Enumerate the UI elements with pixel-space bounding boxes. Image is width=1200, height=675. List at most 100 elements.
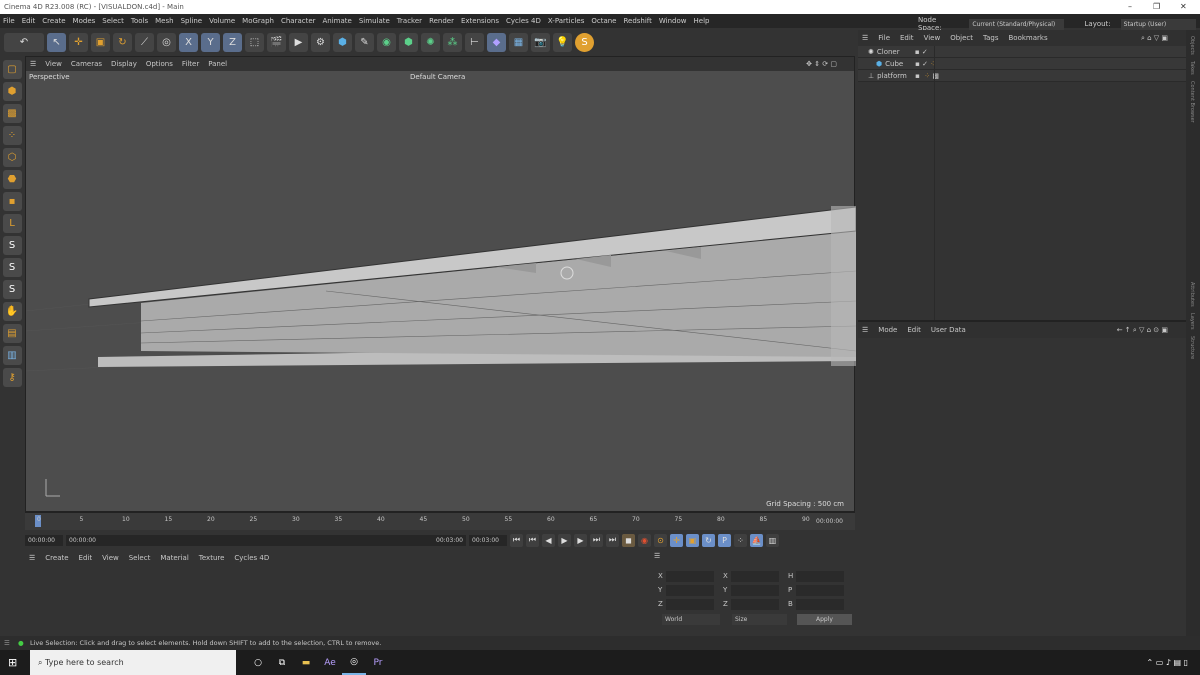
coord-input[interactable] <box>796 585 844 596</box>
max-time-field[interactable]: 00:03:00 <box>469 534 507 546</box>
cube-icon[interactable]: ⬢ <box>333 32 352 52</box>
mograph-icon[interactable]: ⁂ <box>443 32 462 52</box>
timeline-button[interactable]: ▥ <box>766 533 779 547</box>
menu-cycles-4d[interactable]: Cycles 4D <box>506 17 541 25</box>
coords-menu-icon[interactable]: ☰ <box>654 552 660 560</box>
scale-tool[interactable]: ▣ <box>91 32 110 52</box>
visibility-toggle[interactable]: ▪ ⁘ ▩ <box>915 72 939 80</box>
viewport[interactable]: ☰ View Cameras Display Options Filter Pa… <box>25 56 856 512</box>
coordinate-mode-dropdown[interactable]: World <box>662 614 720 625</box>
undo-button[interactable]: ↶ <box>4 32 44 52</box>
viewport-menu-display[interactable]: Display <box>111 60 137 68</box>
coord-input[interactable] <box>666 599 714 610</box>
snap-s-icon-3[interactable]: S <box>2 280 22 299</box>
am-menu-mode[interactable]: Mode <box>878 326 897 334</box>
size-mode-dropdown[interactable]: Size <box>732 614 787 625</box>
cinema4d-icon[interactable]: ◎ <box>342 650 366 675</box>
object-row-cloner[interactable]: ✺ Cloner ▪ ✓ <box>858 46 1186 58</box>
go-to-end-button[interactable]: ⏭ <box>606 533 619 547</box>
object-row-platform[interactable]: ⊥ platform ▪ ⁘ ▩ <box>858 70 1186 82</box>
key-position-button[interactable]: ✛ <box>670 533 683 547</box>
cortana-icon[interactable]: ○ <box>246 650 270 675</box>
render-settings-icon[interactable]: ⚙ <box>311 32 330 52</box>
node-space-dropdown[interactable]: Current (Standard/Physical) <box>969 18 1064 30</box>
keyframe-selection-button[interactable]: ⊙ <box>654 533 667 547</box>
go-to-start-button[interactable]: ⏮ <box>510 533 523 547</box>
close-button[interactable]: ✕ <box>1180 2 1187 11</box>
z-axis-lock[interactable]: Z <box>223 32 242 52</box>
x-axis-lock[interactable]: X <box>179 32 198 52</box>
current-time-field[interactable]: 00:00:00 <box>25 534 63 546</box>
tab-objects[interactable]: Objects <box>1189 36 1195 55</box>
coord-input[interactable] <box>731 585 779 596</box>
deformer-icon[interactable]: ⊢ <box>465 32 484 52</box>
menu-tracker[interactable]: Tracker <box>397 17 422 25</box>
menu-spline[interactable]: Spline <box>181 17 203 25</box>
rotate-tool[interactable]: ↻ <box>113 32 132 52</box>
minimize-button[interactable]: – <box>1128 2 1132 11</box>
viewport-menu-options[interactable]: Options <box>146 60 173 68</box>
grid-icon[interactable]: ▤ <box>2 324 22 343</box>
viewport-menu-panel[interactable]: Panel <box>208 60 227 68</box>
menu-animate[interactable]: Animate <box>323 17 352 25</box>
next-frame-button[interactable]: ▶ <box>574 533 587 547</box>
model-mode-icon[interactable]: ⬢ <box>2 82 22 101</box>
menu-volume[interactable]: Volume <box>209 17 235 25</box>
tab-attributes[interactable]: Attributes <box>1189 282 1195 307</box>
viewport-menu-cameras[interactable]: Cameras <box>71 60 102 68</box>
coord-input[interactable] <box>731 599 779 610</box>
task-view-icon[interactable]: ⧉ <box>270 650 294 675</box>
menu-help[interactable]: Help <box>694 17 710 25</box>
render-view-icon[interactable]: 🎬 <box>267 32 286 52</box>
mm-menu-select[interactable]: Select <box>129 554 151 562</box>
am-nav-icons[interactable]: ← ↑ ⌕ ▽ ⌂ ⊙ ▣ <box>1117 326 1168 335</box>
mm-menu-edit[interactable]: Edit <box>79 554 93 562</box>
premiere-icon[interactable]: Pr <box>366 650 390 675</box>
record-keys-button[interactable]: ◼ <box>622 533 635 547</box>
om-menu-bookmarks[interactable]: Bookmarks <box>1009 34 1048 42</box>
status-menu-icon[interactable]: ☰ <box>4 639 10 647</box>
tab-content-browser[interactable]: Content Browser <box>1189 81 1195 123</box>
viewport-nav-icons[interactable]: ✥ ⇕ ⟳ ▢ <box>806 60 837 68</box>
om-menu-file[interactable]: File <box>878 34 890 42</box>
lock-icon[interactable]: ⚷ <box>2 368 22 387</box>
y-axis-lock[interactable]: Y <box>201 32 220 52</box>
snap-s-icon-2[interactable]: S <box>2 258 22 277</box>
previous-frame-button[interactable]: ◀ <box>542 533 555 547</box>
key-scale-button[interactable]: ▣ <box>686 533 699 547</box>
timeline-ruler[interactable]: 00:00:00 0 5 10 15 20 25 30 35 40 45 50 55 60 65 70 75 8… <box>25 512 855 530</box>
after-effects-icon[interactable]: Ae <box>318 650 342 675</box>
previous-key-button[interactable]: ⏮ <box>526 533 539 547</box>
coord-input[interactable] <box>666 571 714 582</box>
snap-s-icon-1[interactable]: S <box>2 236 22 255</box>
floor-icon[interactable]: ▦ <box>509 32 528 52</box>
menu-create[interactable]: Create <box>42 17 65 25</box>
system-tray-icons[interactable]: ⌃ ▭ ♪ ▤ ▯ <box>1147 658 1189 667</box>
om-menu-icon[interactable]: ☰ <box>862 34 868 42</box>
last-tool[interactable]: ⟋ <box>135 32 154 52</box>
om-menu-edit[interactable]: Edit <box>900 34 914 42</box>
menu-x-particles[interactable]: X-Particles <box>548 17 584 25</box>
am-menu-edit[interactable]: Edit <box>907 326 921 334</box>
om-menu-view[interactable]: View <box>924 34 941 42</box>
pen-icon[interactable]: ✎ <box>355 32 374 52</box>
menu-octane[interactable]: Octane <box>591 17 616 25</box>
key-pla-button[interactable]: ⁘ <box>734 533 747 547</box>
subdivision-icon[interactable]: ◉ <box>377 32 396 52</box>
viewport-menu-icon[interactable]: ☰ <box>30 60 36 68</box>
am-menu-user-data[interactable]: User Data <box>931 326 966 334</box>
menu-select[interactable]: Select <box>102 17 124 25</box>
move-tool[interactable]: ✛ <box>69 32 88 52</box>
layer-icon[interactable]: ▥ <box>2 346 22 365</box>
tab-layers[interactable]: Layers <box>1189 313 1195 330</box>
menu-redshift[interactable]: Redshift <box>623 17 651 25</box>
om-search-icons[interactable]: ⌕ ⌂ ▽ ▣ <box>1141 34 1168 43</box>
am-menu-icon[interactable]: ☰ <box>862 326 868 334</box>
script-icon[interactable]: S <box>575 32 594 52</box>
workplane-icon[interactable]: L <box>2 214 22 233</box>
next-key-button[interactable]: ⏭ <box>590 533 603 547</box>
polygons-mode-icon[interactable]: ⬣ <box>2 170 22 189</box>
time-range-slider[interactable]: 00:00:00 00:03:00 <box>66 534 466 546</box>
autokey-button[interactable]: ◉ <box>638 533 651 547</box>
field-icon[interactable]: ◆ <box>487 32 506 52</box>
